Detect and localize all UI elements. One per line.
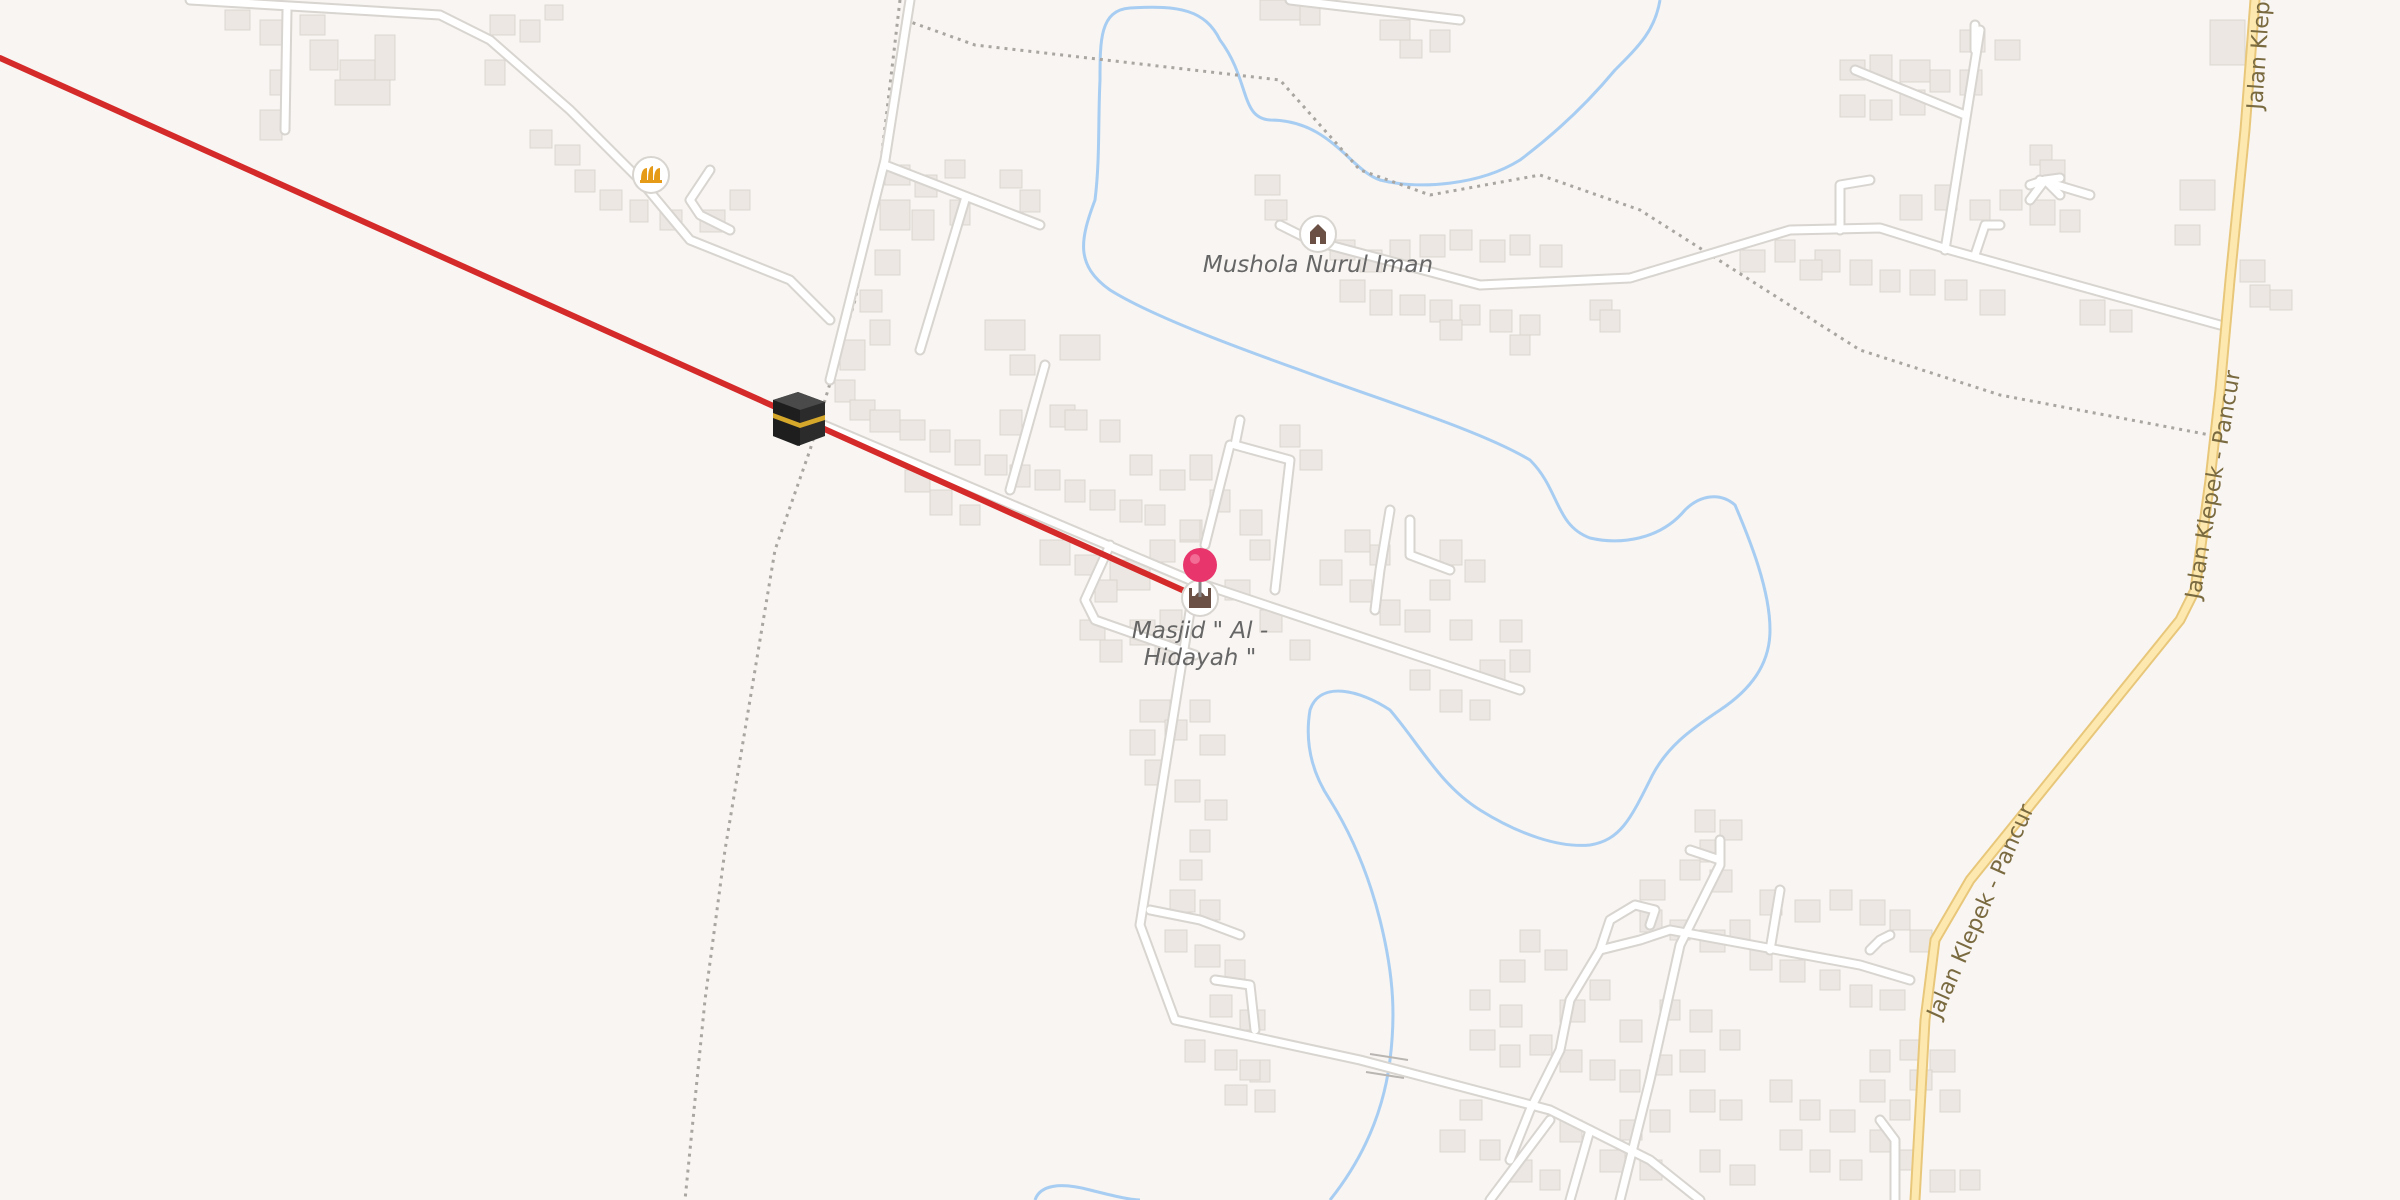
- prayer-house-icon[interactable]: [1299, 215, 1337, 253]
- kaaba-icon[interactable]: [773, 392, 825, 446]
- bakery-icon[interactable]: [632, 156, 670, 194]
- masjid-label-line2: Hidayah ": [1144, 645, 1257, 671]
- map-canvas[interactable]: Jalan Klepek - Pancur Jalan Klepek - Pan…: [0, 0, 2400, 1200]
- mushola-label: Mushola Nurul Iman: [1203, 252, 1433, 278]
- masjid-label-line1: Masjid " Al -: [1132, 618, 1268, 644]
